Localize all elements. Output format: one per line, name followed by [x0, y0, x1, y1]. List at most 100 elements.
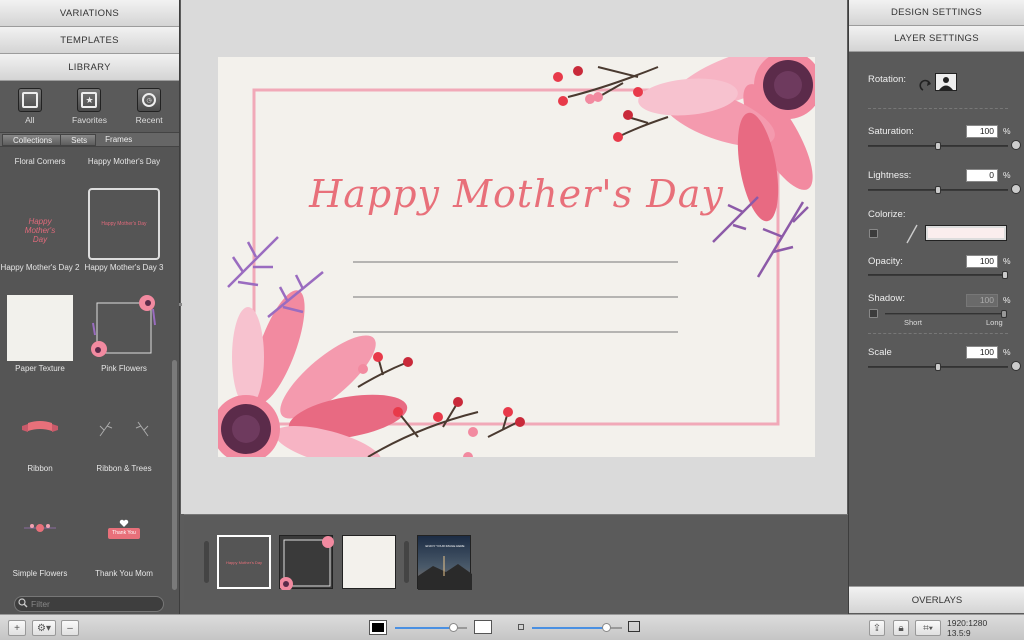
- brightness-slider-knob[interactable]: [449, 623, 458, 632]
- brightness-slider[interactable]: [395, 627, 453, 629]
- settings-menu-button[interactable]: ⚙▾: [32, 620, 56, 636]
- shadow-slider-knob[interactable]: [1001, 310, 1007, 318]
- scale-slider-knob[interactable]: [935, 363, 941, 371]
- zoom-slider[interactable]: [532, 627, 606, 629]
- shadow-checkbox[interactable]: [869, 309, 878, 318]
- lock-button[interactable]: 🔒︎: [893, 620, 909, 636]
- zoom-in-icon[interactable]: [628, 621, 640, 632]
- flower-icon: [24, 524, 56, 532]
- card-title[interactable]: Happy Mother's Day: [218, 172, 815, 216]
- right-panel: DESIGN SETTINGS LAYER SETTINGS Rotation:…: [848, 0, 1024, 614]
- opacity-slider-knob[interactable]: [1002, 271, 1008, 279]
- card-canvas[interactable]: Happy Mother's Day: [218, 57, 815, 457]
- remove-button[interactable]: –: [61, 620, 79, 636]
- minus-icon: –: [67, 622, 73, 634]
- share-button[interactable]: ⇪: [869, 620, 885, 636]
- pink-flowers-icon: [91, 295, 156, 357]
- panel-splitter-handle[interactable]: [179, 303, 182, 306]
- strip-scroll-left[interactable]: [204, 541, 209, 583]
- library-grid: Floral Corners Happy Mother's Day Happy …: [0, 150, 170, 590]
- library-item[interactable]: Thank You Thank You Mom: [84, 490, 164, 578]
- flower-frame-icon: [279, 536, 334, 591]
- strip-thumb[interactable]: [279, 535, 334, 591]
- rotate-icon[interactable]: [919, 78, 933, 92]
- add-button[interactable]: +: [8, 620, 26, 636]
- library-item-label: Happy Mother's Day 2: [0, 263, 80, 272]
- library-item-thumb: Happy Mother's Day: [88, 188, 160, 260]
- saturation-input[interactable]: 100: [966, 125, 998, 138]
- saturation-reset-button[interactable]: [1011, 140, 1021, 150]
- eyedropper-icon[interactable]: [906, 224, 918, 244]
- strip-thumb[interactable]: [342, 535, 396, 589]
- filter-input[interactable]: Filter: [14, 596, 164, 612]
- library-item-label: Ribbon: [27, 464, 53, 473]
- paper-texture-thumb: [7, 295, 73, 361]
- tab-templates[interactable]: TEMPLATES: [0, 27, 179, 54]
- zoom-slider-knob[interactable]: [602, 623, 611, 632]
- shadow-short-label: Short: [904, 318, 922, 327]
- filter-all-button[interactable]: All: [5, 88, 55, 125]
- library-item[interactable]: Happy Mother's Day Happy Mother's Day 2: [0, 200, 80, 273]
- tab-overlays[interactable]: OVERLAYS: [849, 586, 1024, 613]
- library-scrollbar[interactable]: [172, 360, 177, 590]
- tab-design-settings[interactable]: DESIGN SETTINGS: [849, 0, 1024, 26]
- shadow-long-label: Long: [986, 318, 1003, 327]
- tab-library[interactable]: LIBRARY: [0, 54, 179, 81]
- library-item[interactable]: Pink Flowers: [84, 295, 164, 373]
- breadcrumb-frames[interactable]: Frames: [95, 134, 140, 146]
- gear-icon: ⚙▾: [37, 622, 51, 634]
- library-item[interactable]: Floral Corners: [0, 157, 80, 166]
- resolution-value: 1920:1280: [947, 618, 988, 628]
- opacity-slider[interactable]: [868, 271, 1008, 279]
- filter-recent-button[interactable]: ◷ Recent: [124, 88, 174, 125]
- saturation-slider-knob[interactable]: [935, 142, 941, 150]
- background-color-swatch[interactable]: [369, 620, 387, 635]
- breadcrumb-sets[interactable]: Sets: [60, 133, 97, 146]
- colorize-checkbox[interactable]: [869, 229, 878, 238]
- filter-favorites-button[interactable]: ★ Favorites: [64, 88, 114, 125]
- breadcrumb: Collections Sets Frames: [0, 133, 179, 147]
- hearts-icon: [119, 519, 129, 527]
- lightness-input[interactable]: 0: [966, 169, 998, 182]
- shadow-input[interactable]: 100: [966, 294, 998, 307]
- strip-thumb-selected[interactable]: Happy Mother's Day: [217, 535, 271, 589]
- tab-variations[interactable]: VARIATIONS: [0, 0, 179, 27]
- breadcrumb-collections[interactable]: Collections: [2, 133, 62, 146]
- strip-thumb-photo[interactable]: ENJOY YOUR IMAGE HERE: [417, 535, 472, 590]
- trees-icon: [99, 421, 149, 437]
- zoom-out-icon[interactable]: [518, 624, 524, 630]
- filter-all-label: All: [25, 115, 35, 125]
- left-panel: VARIATIONS TEMPLATES LIBRARY All ★ Favor…: [0, 0, 180, 614]
- lightness-slider[interactable]: [868, 186, 1008, 194]
- filter-recent-label: Recent: [135, 115, 163, 125]
- library-item[interactable]: Ribbon: [0, 395, 80, 473]
- library-filter-bar: All ★ Favorites ◷ Recent: [0, 81, 179, 133]
- library-item-label: Paper Texture: [15, 364, 65, 373]
- clock-icon: ◷: [137, 88, 162, 112]
- colorize-label: Colorize:: [868, 209, 906, 220]
- divider: [868, 108, 1008, 109]
- scale-slider[interactable]: [868, 363, 1008, 371]
- saturation-unit: %: [1003, 126, 1011, 136]
- library-item-selected[interactable]: Happy Mother's Day Happy Mother's Day 3: [84, 188, 164, 272]
- opacity-input[interactable]: 100: [966, 255, 998, 268]
- lightness-slider-knob[interactable]: [935, 186, 941, 194]
- lightness-reset-button[interactable]: [1011, 184, 1021, 194]
- canvas-view-button[interactable]: [474, 620, 492, 634]
- ratio-value: 13.5:9: [947, 628, 971, 638]
- scale-reset-button[interactable]: [1011, 361, 1021, 371]
- star-icon: ★: [77, 88, 102, 112]
- library-item[interactable]: Simple Flowers: [0, 490, 80, 578]
- saturation-slider[interactable]: [868, 142, 1008, 150]
- shadow-slider[interactable]: [885, 310, 1007, 318]
- crop-menu-button[interactable]: ⌗▾: [915, 620, 941, 636]
- colorize-swatch[interactable]: [925, 225, 1007, 241]
- library-item[interactable]: Happy Mother's Day: [84, 157, 164, 166]
- scale-label: Scale: [868, 347, 892, 358]
- thumb-text: Happy Mother's Day: [101, 220, 147, 227]
- tab-layer-settings[interactable]: LAYER SETTINGS: [849, 26, 1024, 52]
- library-item[interactable]: Paper Texture: [0, 295, 80, 373]
- scale-input[interactable]: 100: [966, 346, 998, 359]
- library-item[interactable]: Ribbon & Trees: [84, 395, 164, 473]
- rotate-preview-button[interactable]: [935, 73, 957, 91]
